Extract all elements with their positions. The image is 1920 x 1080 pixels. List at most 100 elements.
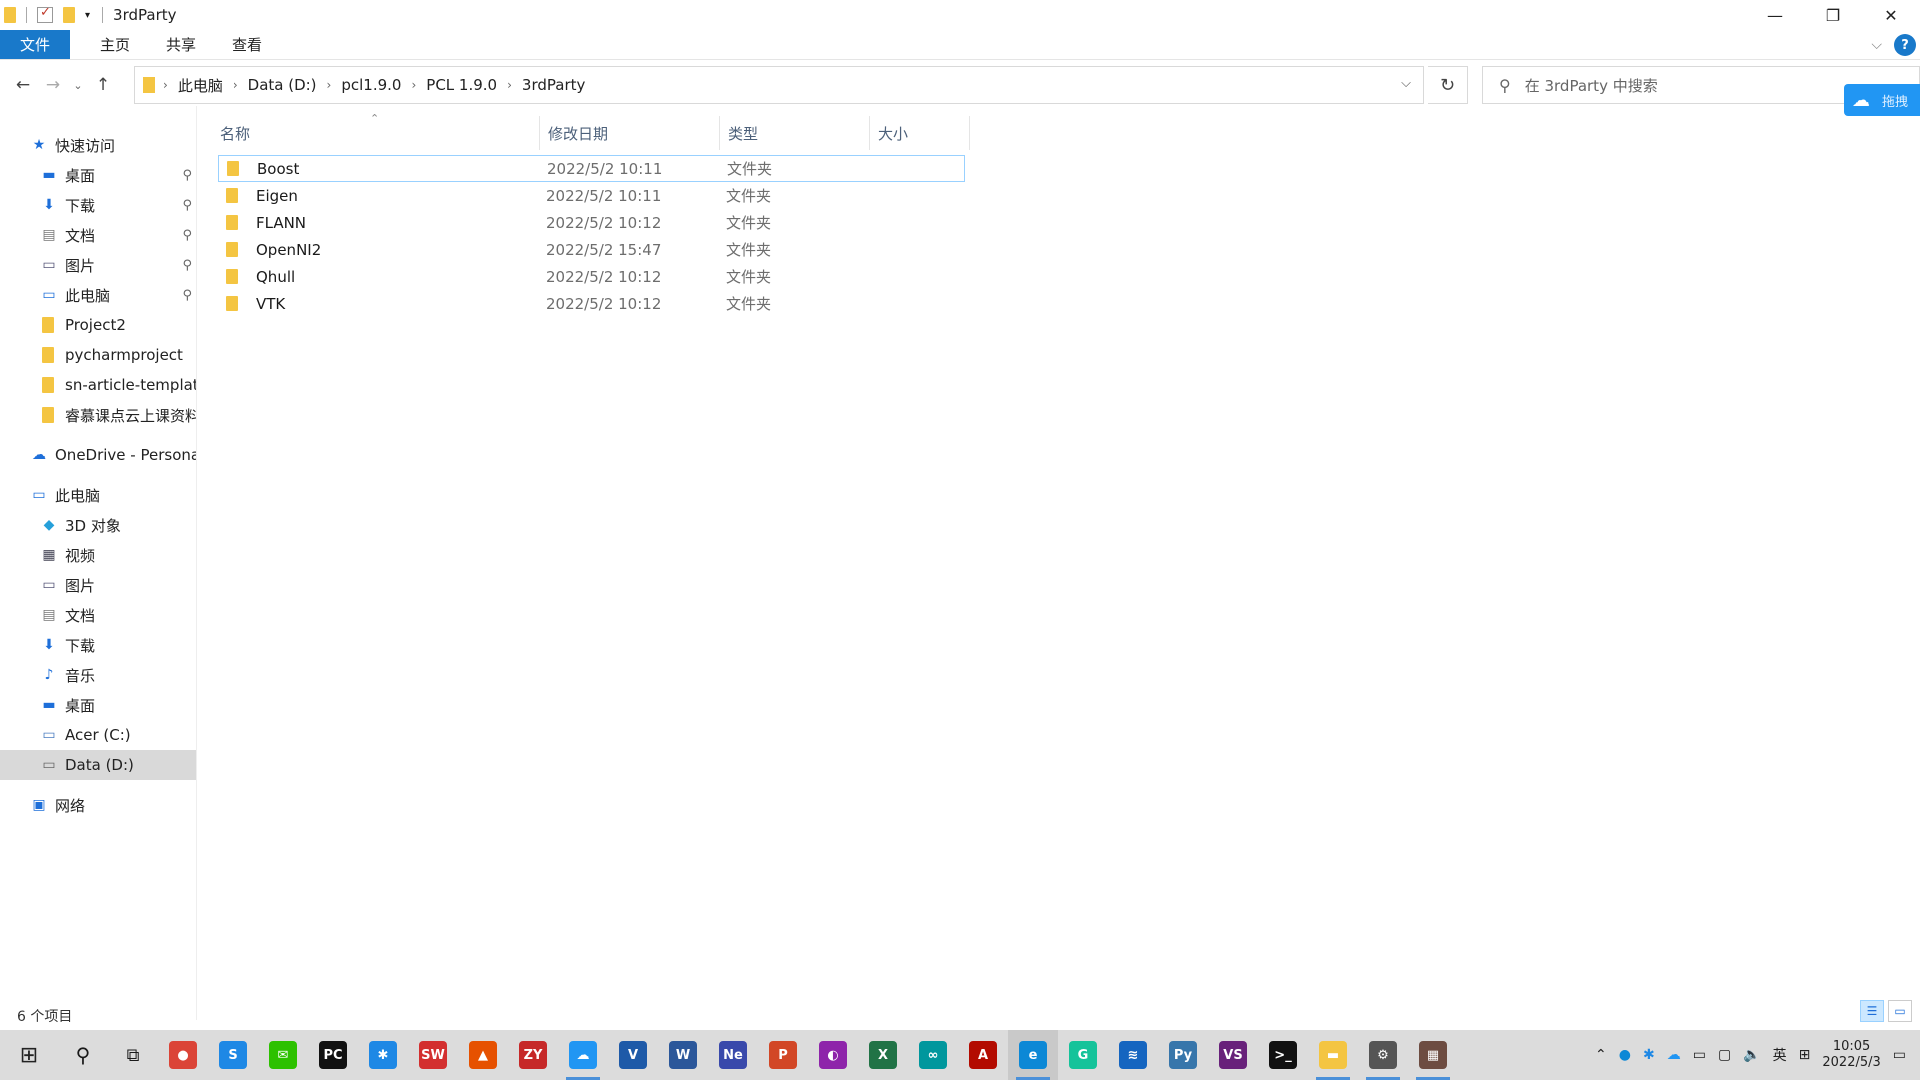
app-star-taskbar-button[interactable]: ✱ (358, 1030, 408, 1080)
expand-ribbon-chevron-icon[interactable]: ⌵ (1871, 37, 1882, 53)
sidebar-item-3d-objects[interactable]: ◆ 3D 对象 (0, 510, 196, 540)
edge-tray-icon[interactable]: ● (1619, 1047, 1631, 1063)
photo-app-taskbar-button[interactable]: ▦ (1408, 1030, 1458, 1080)
network-tray-icon[interactable]: ▢ (1718, 1047, 1731, 1063)
sidebar-item-desktop-pc[interactable]: ▬ 桌面 (0, 690, 196, 720)
arduino-taskbar-button[interactable]: ∞ (908, 1030, 958, 1080)
breadcrumb-separator-icon[interactable]: › (327, 78, 332, 92)
sidebar-item-this-pc[interactable]: ▭ 此电脑 (0, 480, 196, 510)
breadcrumb-separator-icon[interactable]: › (233, 78, 238, 92)
details-view-button[interactable]: ☰ (1860, 1000, 1884, 1022)
solidworks-taskbar-button[interactable]: SW (408, 1030, 458, 1080)
file-row-qhull[interactable]: Qhull 2022/5/2 10:12 文件夹 (218, 263, 965, 290)
sidebar-item-downloads[interactable]: ⬇ 下载 ⚲ (0, 190, 196, 220)
input-method-icon[interactable]: 英 (1773, 1045, 1787, 1065)
sidebar-item-project2[interactable]: Project2 (0, 310, 196, 340)
file-row-boost[interactable]: Boost 2022/5/2 10:11 文件夹 (218, 155, 965, 182)
restore-button[interactable]: ❐ (1804, 0, 1862, 30)
help-icon[interactable]: ? (1894, 34, 1916, 56)
refresh-button[interactable]: ↻ (1428, 66, 1468, 104)
sidebar-item-sn-article-template[interactable]: sn-article-templat (0, 370, 196, 400)
sidebar-item-pycharmproject[interactable]: pycharmproject (0, 340, 196, 370)
column-header-size[interactable]: 大小 (870, 116, 970, 150)
file-row-eigen[interactable]: Eigen 2022/5/2 10:11 文件夹 (218, 182, 965, 209)
app-tray-icon[interactable]: ✱ (1643, 1047, 1655, 1063)
breadcrumb-separator-icon[interactable]: › (163, 78, 168, 92)
zy-taskbar-button[interactable]: ZY (508, 1030, 558, 1080)
sidebar-item-documents-pc[interactable]: ▤ 文档 (0, 600, 196, 630)
note-taskbar-button[interactable]: Ne (708, 1030, 758, 1080)
file-row-flann[interactable]: FLANN 2022/5/2 10:12 文件夹 (218, 209, 965, 236)
visual-studio-taskbar-button[interactable]: VS (1208, 1030, 1258, 1080)
back-button[interactable]: ← (8, 75, 38, 95)
breadcrumb-item-pcl190[interactable]: pcl1.9.0 (341, 76, 401, 94)
search-button[interactable]: ⚲ (58, 1030, 108, 1080)
volume-icon[interactable]: 🔈 (1743, 1047, 1760, 1063)
sidebar-item-videos[interactable]: ▦ 视频 (0, 540, 196, 570)
visio-taskbar-button[interactable]: V (608, 1030, 658, 1080)
settings-taskbar-button[interactable]: ⚙ (1358, 1030, 1408, 1080)
sidebar-item-music[interactable]: ♪ 音乐 (0, 660, 196, 690)
file-explorer-taskbar-button[interactable]: ▬ (1308, 1030, 1358, 1080)
sidebar-item-pictures[interactable]: ▭ 图片 ⚲ (0, 250, 196, 280)
keyboard-icon[interactable]: ⊞ (1799, 1047, 1811, 1063)
address-bar[interactable]: › 此电脑 › Data (D:) › pcl1.9.0 › PCL 1.9.0… (134, 66, 1424, 104)
sidebar-item-this-pc-pinned[interactable]: ▭ 此电脑 ⚲ (0, 280, 196, 310)
matlab-taskbar-button[interactable]: ▲ (458, 1030, 508, 1080)
column-header-type[interactable]: 类型 (720, 116, 870, 150)
breadcrumb-item-data-d[interactable]: Data (D:) (248, 76, 317, 94)
python-taskbar-button[interactable]: Py (1158, 1030, 1208, 1080)
sidebar-item-pictures-pc[interactable]: ▭ 图片 (0, 570, 196, 600)
file-row-openni2[interactable]: OpenNI2 2022/5/2 15:47 文件夹 (218, 236, 965, 263)
cloud-app-taskbar-button[interactable]: ≋ (1108, 1030, 1158, 1080)
new-folder-icon[interactable] (63, 7, 75, 23)
sogou-taskbar-button[interactable]: S (208, 1030, 258, 1080)
netdisk-tray-icon[interactable]: ☁ (1667, 1047, 1681, 1063)
recent-locations-button[interactable]: ⌄ (68, 79, 88, 92)
app-purple-taskbar-button[interactable]: ◐ (808, 1030, 858, 1080)
breadcrumb-item-pcl-1-9-0[interactable]: PCL 1.9.0 (426, 76, 497, 94)
baidu-netdisk-taskbar-button[interactable]: ☁ (558, 1030, 608, 1080)
start-button[interactable]: ⊞ (0, 1030, 58, 1080)
tab-share[interactable]: 共享 (148, 30, 214, 59)
sidebar-item-drive-d[interactable]: ▭ Data (D:) (0, 750, 196, 780)
baidu-netdisk-float-button[interactable]: ☁ 拖拽 (1844, 84, 1920, 116)
breadcrumb-item-this-pc[interactable]: 此电脑 (178, 75, 223, 96)
notification-icon[interactable]: ▭ (1893, 1047, 1906, 1063)
word-taskbar-button[interactable]: W (658, 1030, 708, 1080)
sidebar-item-desktop[interactable]: ▬ 桌面 ⚲ (0, 160, 196, 190)
column-header-modified[interactable]: 修改日期 (540, 116, 720, 150)
sidebar-item-network[interactable]: ▣ 网络 (0, 790, 196, 820)
customize-toolbar-dropdown-icon[interactable]: ▾ (85, 10, 90, 21)
column-header-name[interactable]: ⌃ 名称 (212, 112, 540, 150)
powerpoint-taskbar-button[interactable]: P (758, 1030, 808, 1080)
address-history-chevron-icon[interactable]: ⌵ (1401, 76, 1411, 91)
up-button[interactable]: ↑ (88, 75, 118, 95)
sidebar-item-course-materials[interactable]: 睿慕课点云上课资料 (0, 400, 196, 430)
breadcrumb-item-3rdparty[interactable]: 3rdParty (522, 76, 585, 94)
wechat-taskbar-button[interactable]: ✉ (258, 1030, 308, 1080)
breadcrumb-separator-icon[interactable]: › (507, 78, 512, 92)
pycharm-taskbar-button[interactable]: PC (308, 1030, 358, 1080)
tab-file[interactable]: 文件 (0, 30, 71, 59)
battery-icon[interactable]: ▭ (1693, 1047, 1706, 1063)
show-hidden-icons-chevron-icon[interactable]: ⌃ (1595, 1047, 1607, 1063)
sidebar-item-documents[interactable]: ▤ 文档 ⚲ (0, 220, 196, 250)
tab-view[interactable]: 查看 (214, 30, 280, 59)
excel-taskbar-button[interactable]: X (858, 1030, 908, 1080)
task-view-button[interactable]: ⧉ (108, 1030, 158, 1080)
close-button[interactable]: ✕ (1862, 0, 1920, 30)
tab-home[interactable]: 主页 (82, 30, 148, 59)
sidebar-item-downloads-pc[interactable]: ⬇ 下载 (0, 630, 196, 660)
large-icons-view-button[interactable]: ▭ (1888, 1000, 1912, 1022)
clock[interactable]: 10:05 2022/5/3 (1822, 1039, 1880, 1071)
file-row-vtk[interactable]: VTK 2022/5/2 10:12 文件夹 (218, 290, 965, 317)
sidebar-item-onedrive[interactable]: ☁ OneDrive - Persona (0, 440, 196, 470)
chrome-taskbar-button[interactable]: ● (158, 1030, 208, 1080)
breadcrumb-separator-icon[interactable]: › (411, 78, 416, 92)
grammarly-taskbar-button[interactable]: G (1058, 1030, 1108, 1080)
minimize-button[interactable]: — (1746, 0, 1804, 30)
terminal-taskbar-button[interactable]: >_ (1258, 1030, 1308, 1080)
properties-icon[interactable] (37, 5, 53, 23)
sidebar-item-quick-access[interactable]: ★ 快速访问 (0, 130, 196, 160)
